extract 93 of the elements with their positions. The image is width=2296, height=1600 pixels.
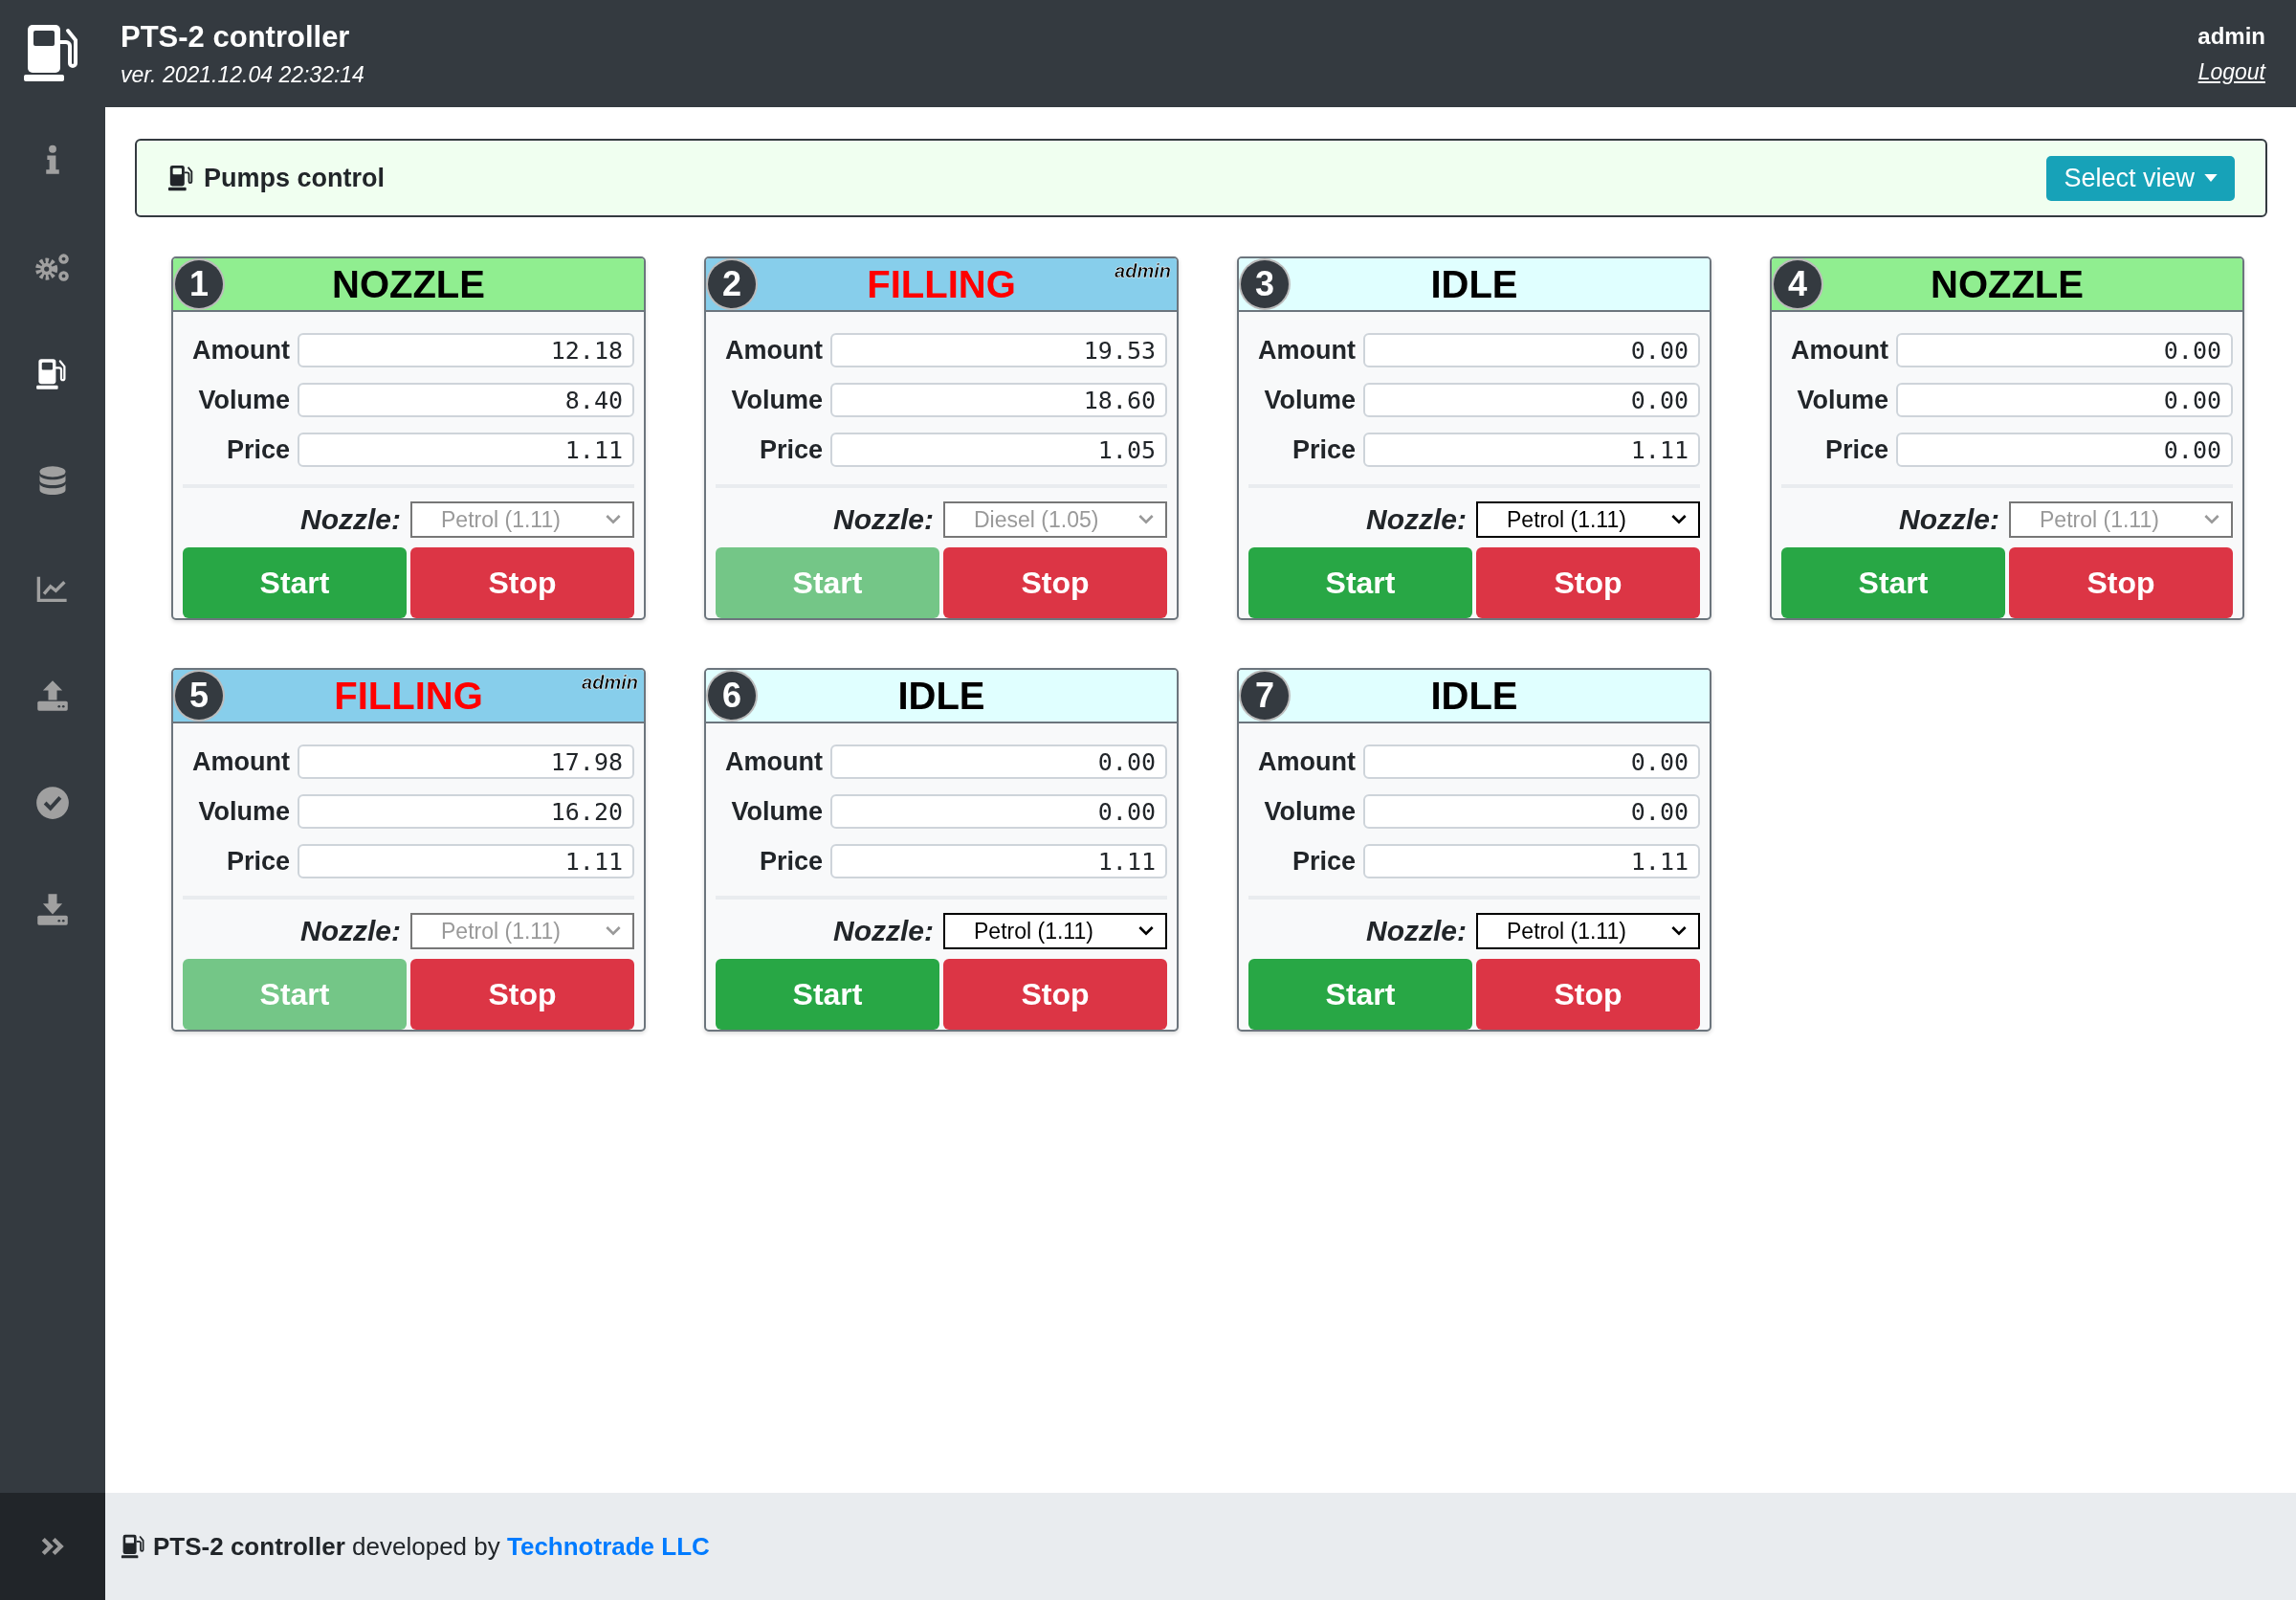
nozzle-label: Nozzle:	[833, 915, 934, 947]
user-name: admin	[2197, 22, 2265, 50]
chevron-icon	[606, 925, 621, 937]
pump-status: NOZZLE	[332, 262, 485, 306]
nozzle-label: Nozzle:	[1366, 503, 1467, 536]
double-chevron-icon[interactable]	[40, 1536, 65, 1557]
logout-link[interactable]: Logout	[2197, 58, 2265, 85]
field-label: Amount	[724, 746, 823, 777]
stop-button[interactable]: Stop	[943, 547, 1167, 618]
field-label: Volume	[730, 385, 823, 415]
pump-number: 6	[708, 672, 756, 720]
field-label: Volume	[197, 385, 290, 415]
version-text: ver. 2021.12.04 22:32:14	[121, 61, 364, 88]
value-field[interactable]: 0.00	[1896, 433, 2233, 467]
chevron-icon	[1671, 514, 1687, 525]
pump-number: 3	[1241, 260, 1289, 308]
field-label: Volume	[1263, 796, 1356, 827]
field-label: Amount	[1257, 335, 1356, 366]
pump-status: FILLING	[867, 262, 1016, 306]
field-label: Price	[1823, 434, 1888, 465]
field-label: Amount	[1790, 335, 1888, 366]
pump-status: IDLE	[1430, 262, 1518, 306]
value-field[interactable]: 8.40	[298, 383, 634, 417]
value-field[interactable]: 1.11	[298, 433, 634, 467]
nozzle-select[interactable]: Petrol (1.11)	[1476, 501, 1700, 538]
pump-number: 5	[175, 672, 223, 720]
panel-title: Pumps control	[204, 163, 385, 193]
chevron-icon	[1671, 925, 1687, 937]
value-field[interactable]: 1.11	[298, 844, 634, 878]
value-field[interactable]: 17.98	[298, 744, 634, 779]
value-field[interactable]: 16.20	[298, 794, 634, 829]
pump-status: NOZZLE	[1931, 262, 2084, 306]
field-label: Price	[758, 846, 823, 877]
field-label: Price	[1291, 434, 1356, 465]
pump-status: FILLING	[334, 674, 483, 718]
nozzle-label: Nozzle:	[1366, 915, 1467, 947]
stop-button[interactable]: Stop	[410, 547, 634, 618]
value-field[interactable]: 1.05	[830, 433, 1167, 467]
field-label: Volume	[1263, 385, 1356, 415]
field-label: Amount	[191, 335, 290, 366]
value-field[interactable]: 1.11	[830, 844, 1167, 878]
chevron-icon	[606, 514, 621, 525]
check-circle-icon[interactable]	[35, 785, 70, 820]
pump-number: 7	[1241, 672, 1289, 720]
value-field[interactable]: 0.00	[830, 794, 1167, 829]
stop-button[interactable]: Stop	[943, 959, 1167, 1030]
user-tag: admin	[1115, 260, 1171, 282]
stop-button[interactable]: Stop	[1476, 959, 1700, 1030]
nozzle-label: Nozzle:	[1899, 503, 1999, 536]
field-label: Amount	[1257, 746, 1356, 777]
value-field[interactable]: 0.00	[1363, 333, 1700, 367]
app-title: PTS-2 controller	[121, 19, 351, 55]
value-field[interactable]: 0.00	[830, 744, 1167, 779]
chevron-icon	[1138, 925, 1154, 937]
value-field[interactable]: 0.00	[1363, 794, 1700, 829]
field-label: Price	[225, 434, 290, 465]
pump-number: 1	[175, 260, 223, 308]
download-icon[interactable]	[35, 892, 70, 927]
caret-icon	[2204, 174, 2218, 182]
fuel-pump-icon	[121, 1533, 147, 1560]
nozzle-select[interactable]: Petrol (1.11)	[1476, 913, 1700, 949]
nozzle-label: Nozzle:	[833, 503, 934, 536]
field-label: Price	[225, 846, 290, 877]
stop-button[interactable]: Stop	[2009, 547, 2233, 618]
field-label: Volume	[730, 796, 823, 827]
pump-status: IDLE	[897, 674, 985, 718]
value-field[interactable]: 0.00	[1363, 383, 1700, 417]
nozzle-label: Nozzle:	[300, 915, 401, 947]
chevron-icon	[2204, 514, 2219, 525]
value-field[interactable]: 0.00	[1363, 744, 1700, 779]
chevron-icon	[1138, 514, 1154, 525]
stop-button[interactable]: Stop	[1476, 547, 1700, 618]
pump-number: 4	[1774, 260, 1821, 308]
field-label: Volume	[197, 796, 290, 827]
footer-credit: PTS-2 controller developed by Technotrade LLC	[153, 1531, 710, 1562]
stop-button[interactable]: Stop	[410, 959, 634, 1030]
pump-status: IDLE	[1430, 674, 1518, 718]
nozzle-label: Nozzle:	[300, 503, 401, 536]
value-field[interactable]: 19.53	[830, 333, 1167, 367]
field-label: Price	[758, 434, 823, 465]
value-field[interactable]: 0.00	[1896, 383, 2233, 417]
value-field[interactable]: 12.18	[298, 333, 634, 367]
user-tag: admin	[582, 672, 638, 694]
nozzle-select[interactable]: Petrol (1.11)	[943, 913, 1167, 949]
field-label: Amount	[724, 335, 823, 366]
field-label: Amount	[191, 746, 290, 777]
field-label: Price	[1291, 846, 1356, 877]
value-field[interactable]: 0.00	[1896, 333, 2233, 367]
pump-number: 2	[708, 260, 756, 308]
value-field[interactable]: 1.11	[1363, 433, 1700, 467]
value-field[interactable]: 1.11	[1363, 844, 1700, 878]
field-label: Volume	[1796, 385, 1888, 415]
value-field[interactable]: 18.60	[830, 383, 1167, 417]
